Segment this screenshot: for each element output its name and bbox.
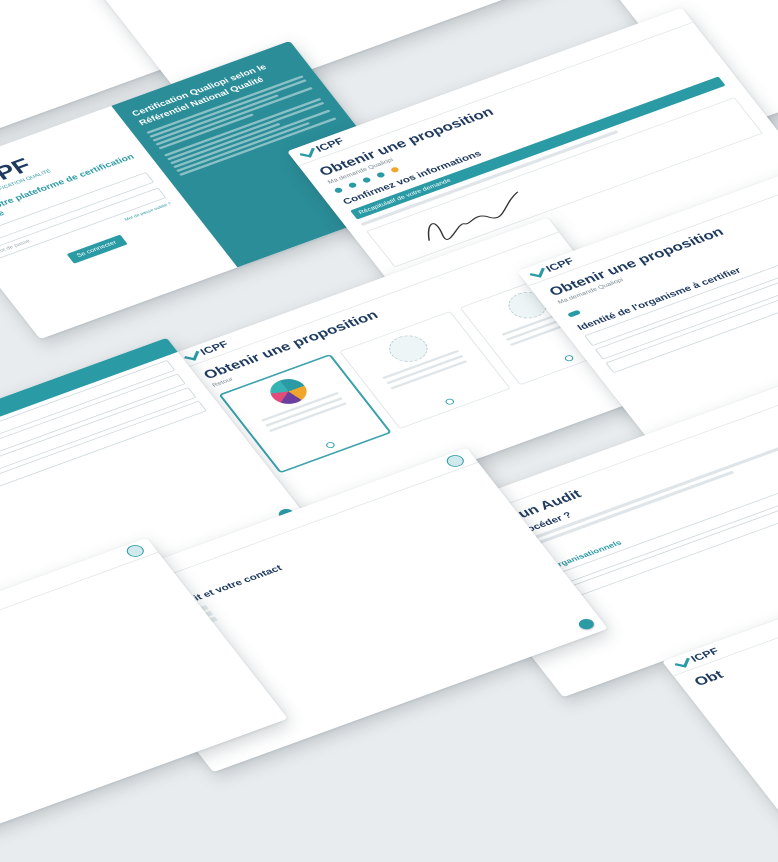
chat-fab[interactable] xyxy=(576,617,597,632)
step[interactable] xyxy=(375,171,386,179)
avatar[interactable] xyxy=(123,543,147,559)
check-logo-icon xyxy=(674,656,690,668)
avatar[interactable] xyxy=(443,453,467,469)
check-logo-icon xyxy=(529,266,545,278)
radio-icon[interactable] xyxy=(324,441,336,450)
logo: ICPF xyxy=(183,339,231,363)
step[interactable] xyxy=(347,181,358,189)
mockup-collage: { "logo": { "brand": "ICPF", "caption": … xyxy=(0,0,778,862)
check-logo-icon xyxy=(184,349,200,361)
step-current[interactable] xyxy=(389,166,400,174)
radio-icon[interactable] xyxy=(563,354,576,363)
brand-logo: ICPF xyxy=(197,338,231,358)
step-pill xyxy=(566,309,582,318)
radio-icon[interactable] xyxy=(443,397,456,406)
step[interactable] xyxy=(333,186,344,194)
step[interactable] xyxy=(361,176,372,184)
check-logo-icon xyxy=(299,146,315,158)
